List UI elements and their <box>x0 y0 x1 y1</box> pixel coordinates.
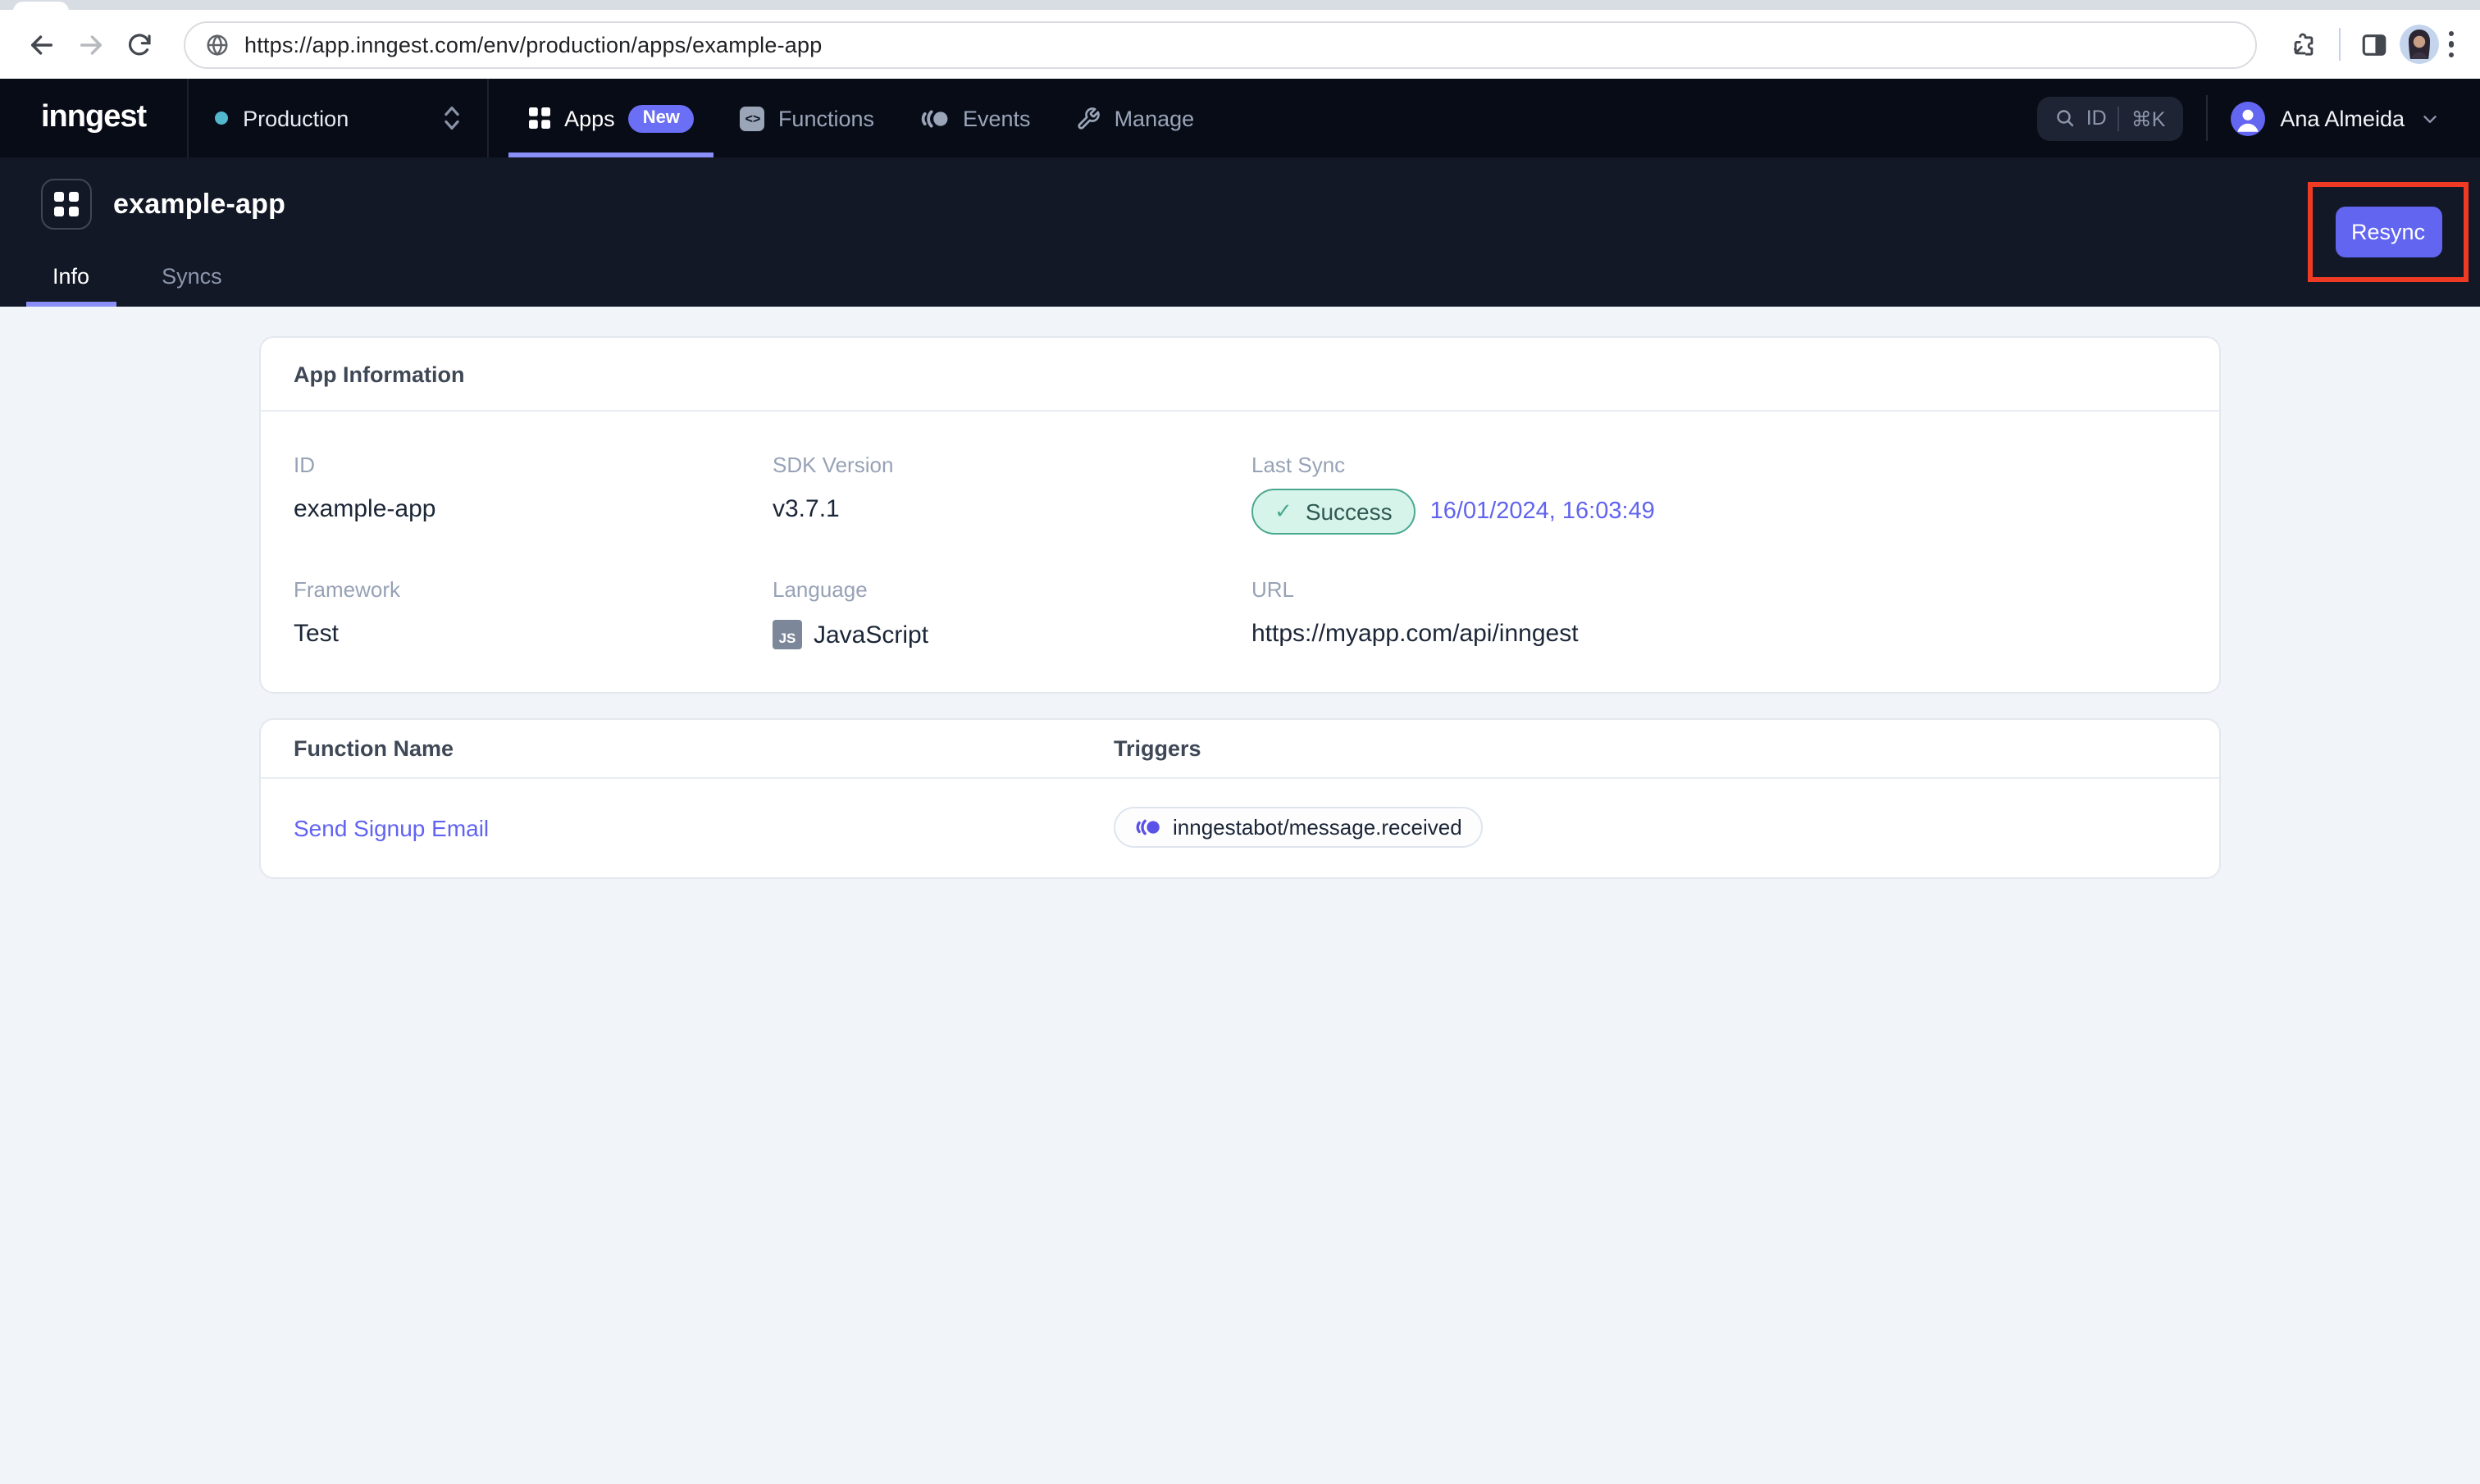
search-icon <box>2056 110 2073 127</box>
field-label: Framework <box>294 577 401 602</box>
user-avatar <box>2231 101 2266 135</box>
field-label: Language <box>773 577 868 602</box>
browser-tab-strip <box>0 0 2480 11</box>
nav-item-label: Manage <box>1114 106 1195 130</box>
browser-active-tab[interactable] <box>13 2 69 11</box>
field-value: https://myapp.com/api/inngest <box>1251 620 1579 648</box>
status-badge: ✓ Success <box>1251 489 1416 535</box>
trigger-name: inngestabot/message.received <box>1173 815 1462 840</box>
search-shortcut: ⌘K <box>2131 107 2166 130</box>
field-label: URL <box>1251 577 1295 602</box>
app-information-card: App Information ID example-app SDK Versi… <box>259 336 2221 694</box>
nav-item-events[interactable]: Events <box>897 79 1054 157</box>
environment-switcher[interactable]: Production <box>189 79 487 157</box>
nav-divider <box>2206 95 2209 141</box>
resync-button[interactable]: Resync <box>2335 207 2441 257</box>
nav-item-label: Functions <box>777 106 874 130</box>
last-sync-row: ✓ Success 16/01/2024, 16:03:49 <box>1251 489 2186 535</box>
field-sdk-version: SDK Version v3.7.1 <box>773 453 1251 535</box>
language-row: JS JavaScript <box>773 620 1251 649</box>
extensions-icon[interactable] <box>2279 20 2328 69</box>
last-sync-timestamp[interactable]: 16/01/2024, 16:03:49 <box>1430 498 1655 525</box>
environment-label: Production <box>243 106 349 130</box>
viewport: https://app.inngest.com/env/production/a… <box>0 0 2480 1484</box>
tab-label: Syncs <box>162 264 222 289</box>
app-grid-icon <box>41 179 92 230</box>
field-label: SDK Version <box>773 453 894 477</box>
active-tab-indicator <box>26 301 116 307</box>
browser-menu-icon[interactable] <box>2438 21 2464 68</box>
user-name: Ana Almeida <box>2280 106 2405 130</box>
field-framework: Framework Test <box>294 577 773 649</box>
tab-info[interactable]: Info <box>26 246 116 307</box>
main-content: App Information ID example-app SDK Versi… <box>0 307 2480 879</box>
nav-item-apps[interactable]: Apps New <box>505 79 718 157</box>
nav-items: Apps New <> Functions Events Manage <box>489 79 1217 157</box>
field-last-sync: Last Sync ✓ Success 16/01/2024, 16:03:49 <box>1251 453 2186 535</box>
field-id: ID example-app <box>294 453 773 535</box>
toolbar-divider <box>2338 28 2340 61</box>
person-icon <box>2237 108 2259 131</box>
card-title: App Information <box>294 362 465 386</box>
annotation-highlight-box: Resync <box>2308 182 2469 282</box>
page-tabs: Info Syncs <box>26 246 248 307</box>
site-info-globe-icon[interactable] <box>205 32 230 57</box>
functions-card: Function Name Triggers Send Signup Email… <box>259 718 2221 879</box>
functions-code-icon: <> <box>740 106 765 130</box>
field-value: example-app <box>294 495 436 523</box>
field-label: ID <box>294 453 315 477</box>
field-label: Last Sync <box>1251 453 1346 477</box>
nav-item-label: Apps <box>564 106 615 130</box>
app-navbar: inngest Production Apps New <> Functions… <box>0 79 2480 157</box>
page-header: example-app Info Syncs Resync <box>0 157 2480 307</box>
search-button[interactable]: ID ⌘K <box>2036 96 2184 140</box>
forward-icon[interactable] <box>66 20 115 69</box>
table-row: Send Signup Email inngestabot/message.re… <box>261 779 2219 877</box>
field-value: v3.7.1 <box>773 495 840 523</box>
app-info-grid: ID example-app SDK Version v3.7.1 Last S… <box>261 412 2219 692</box>
reload-icon[interactable] <box>115 20 164 69</box>
function-link[interactable]: Send Signup Email <box>294 814 1114 840</box>
user-menu[interactable]: Ana Almeida <box>2231 101 2441 135</box>
field-value: Test <box>294 620 340 648</box>
tab-syncs[interactable]: Syncs <box>135 246 248 307</box>
event-trigger-icon <box>1136 819 1160 835</box>
environment-status-dot <box>215 112 229 125</box>
back-icon[interactable] <box>16 20 66 69</box>
check-icon: ✓ <box>1274 498 1292 523</box>
url-bar[interactable]: https://app.inngest.com/env/production/a… <box>184 20 2256 68</box>
card-header: App Information <box>261 338 2219 412</box>
wrench-icon <box>1078 107 1101 129</box>
active-nav-indicator <box>508 152 714 157</box>
nav-item-functions[interactable]: <> Functions <box>718 79 897 157</box>
chevron-down-icon <box>2423 115 2437 122</box>
status-text: Success <box>1305 498 1393 525</box>
tab-label: Info <box>52 264 90 289</box>
new-badge: New <box>627 104 695 132</box>
field-value: JavaScript <box>814 621 929 649</box>
column-header-triggers: Triggers <box>1114 736 1201 761</box>
search-divider <box>2118 106 2120 130</box>
functions-table-header: Function Name Triggers <box>261 720 2219 779</box>
browser-toolbar: https://app.inngest.com/env/production/a… <box>0 10 2480 79</box>
nav-item-label: Events <box>963 106 1031 130</box>
field-language: Language JS JavaScript <box>773 577 1251 649</box>
field-url: URL https://myapp.com/api/inngest <box>1251 577 2186 649</box>
apps-grid-icon <box>529 107 551 129</box>
trigger-badge[interactable]: inngestabot/message.received <box>1114 807 1484 848</box>
sidebar-toggle-icon[interactable] <box>2350 20 2399 69</box>
title-row: example-app <box>0 157 2480 230</box>
page-title: example-app <box>113 188 286 219</box>
search-label: ID <box>2086 107 2107 130</box>
javascript-icon: JS <box>773 620 802 649</box>
inngest-logo[interactable]: inngest <box>0 79 187 157</box>
column-header-function-name: Function Name <box>294 736 454 761</box>
browser-profile-avatar[interactable] <box>2399 25 2438 64</box>
nav-right: ID ⌘K Ana Almeida <box>2036 79 2480 157</box>
url-text[interactable]: https://app.inngest.com/env/production/a… <box>244 32 822 57</box>
events-icon <box>921 109 948 127</box>
chevron-up-down-icon <box>444 106 459 130</box>
nav-item-manage[interactable]: Manage <box>1054 79 1218 157</box>
